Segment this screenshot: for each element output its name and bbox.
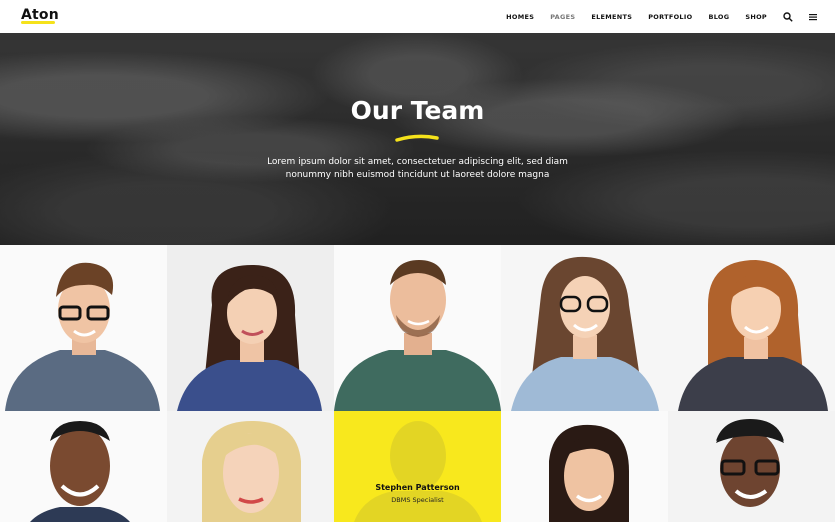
title-swoosh	[395, 134, 439, 142]
team-member-card[interactable]	[334, 245, 501, 411]
team-member-photo	[30, 421, 130, 522]
site-header: Aton HOMES PAGES ELEMENTS PORTFOLIO BLOG…	[0, 0, 835, 33]
team-member-card[interactable]	[668, 245, 835, 411]
team-member-card[interactable]	[0, 411, 167, 522]
team-member-photo	[716, 419, 784, 507]
nav-item-pages[interactable]: PAGES	[550, 13, 575, 21]
team-member-card[interactable]	[501, 411, 668, 522]
nav-item-homes[interactable]: HOMES	[506, 13, 534, 21]
team-member-photo	[202, 421, 301, 522]
nav-item-elements[interactable]: ELEMENTS	[591, 13, 632, 21]
main-nav: HOMES PAGES ELEMENTS PORTFOLIO BLOG SHOP	[490, 0, 817, 33]
hero-description: Lorem ipsum dolor sit amet, consectetuer…	[0, 156, 835, 182]
team-member-card[interactable]	[668, 411, 835, 522]
team-member-photo	[177, 265, 322, 411]
team-member-card[interactable]	[501, 245, 668, 411]
team-grid: Stephen Patterson DBMS Specialist	[0, 245, 835, 522]
team-member-photo	[549, 424, 629, 522]
team-member-role: DBMS Specialist	[391, 496, 444, 504]
team-member-card-featured[interactable]: Stephen Patterson DBMS Specialist	[334, 411, 501, 522]
team-member-photo-ghost	[354, 421, 482, 522]
nav-item-portfolio[interactable]: PORTFOLIO	[648, 13, 692, 21]
team-member-photo	[334, 260, 501, 411]
team-member-photo	[678, 260, 828, 411]
nav-item-blog[interactable]: BLOG	[708, 13, 729, 21]
team-member-name[interactable]: Stephen Patterson	[334, 483, 501, 492]
team-member-photo	[5, 262, 160, 411]
hero-description-line-2: nonummy nibh euismod tincidunt ut laoree…	[285, 170, 550, 180]
team-member-card[interactable]	[0, 245, 167, 411]
menu-icon[interactable]	[809, 13, 817, 21]
logo-underline	[21, 21, 55, 24]
nav-item-shop[interactable]: SHOP	[745, 13, 767, 21]
hero-banner: Our Team Lorem ipsum dolor sit amet, con…	[0, 33, 835, 245]
team-member-card[interactable]	[167, 411, 334, 522]
team-member-photo	[511, 256, 659, 411]
team-member-card[interactable]	[167, 245, 334, 411]
search-icon[interactable]	[783, 11, 793, 22]
page-title: Our Team	[350, 96, 485, 125]
hero-description-line-1: Lorem ipsum dolor sit amet, consectetuer…	[267, 157, 568, 167]
